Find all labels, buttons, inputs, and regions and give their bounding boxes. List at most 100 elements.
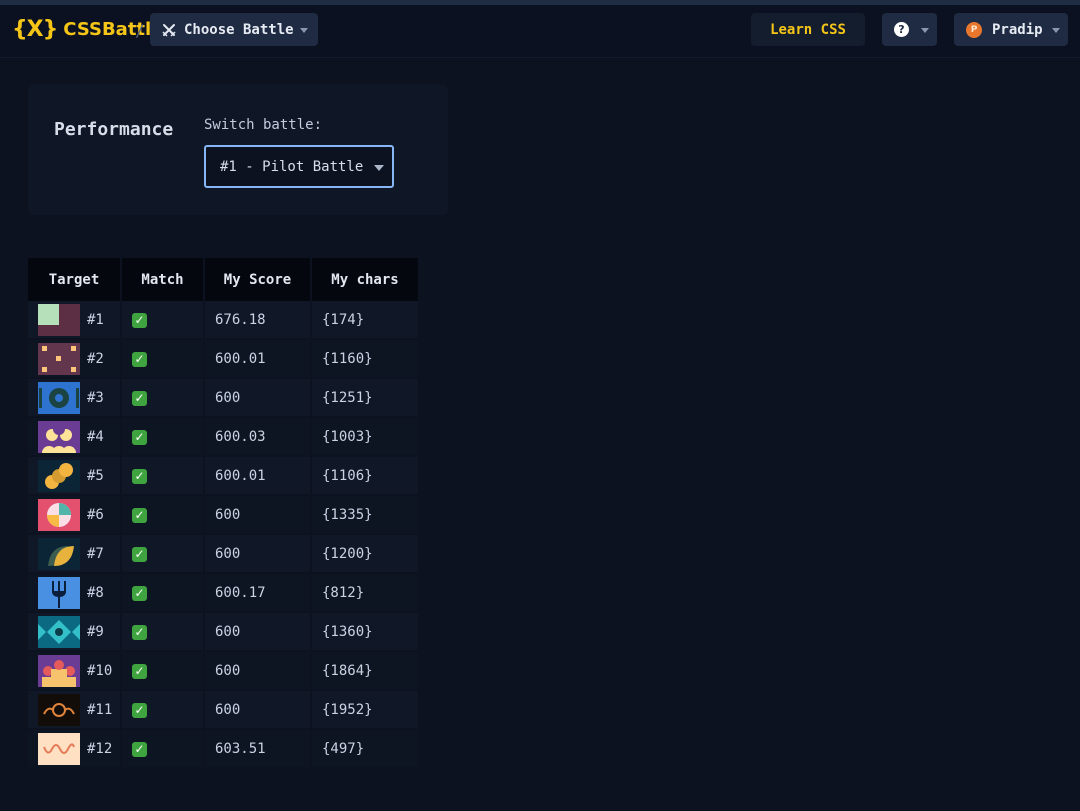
check-icon: ✓ (132, 624, 147, 640)
score-cell: 600 (204, 378, 312, 418)
chevron-down-icon (921, 28, 929, 33)
check-icon: ✓ (132, 351, 147, 367)
target-cell[interactable]: #12 (28, 729, 122, 769)
target-number: #12 (87, 740, 113, 757)
target-thumbnail[interactable] (38, 576, 80, 609)
header-match[interactable]: Match (121, 258, 205, 301)
score-cell: 600.17 (204, 573, 312, 613)
target-cell[interactable]: #2 (28, 339, 122, 379)
target-cell[interactable]: #3 (28, 378, 122, 418)
chars-cell: {174} (311, 301, 420, 340)
check-icon: ✓ (132, 429, 147, 445)
target-cell[interactable]: #10 (28, 651, 122, 691)
target-cell[interactable]: #11 (28, 690, 122, 730)
score-cell: 600.01 (204, 339, 312, 379)
target-thumbnail[interactable] (38, 732, 80, 765)
header-target[interactable]: Target (28, 258, 122, 301)
score-cell: 600 (204, 690, 312, 730)
target-thumbnail[interactable] (38, 342, 80, 375)
chars-cell: {1864} (311, 651, 420, 691)
target-thumbnail[interactable] (38, 615, 80, 648)
check-icon: ✓ (132, 507, 147, 523)
target-thumbnail[interactable] (38, 654, 80, 687)
score-cell: 600 (204, 534, 312, 574)
chevron-down-icon (300, 28, 308, 33)
battle-select[interactable]: #1 - Pilot Battle (204, 145, 394, 188)
target-cell[interactable]: #6 (28, 495, 122, 535)
check-icon: ✓ (132, 546, 147, 562)
score-cell: 600 (204, 495, 312, 535)
score-cell: 600 (204, 612, 312, 652)
target-thumbnail[interactable] (38, 381, 80, 414)
logo-icon: {X} (12, 17, 58, 42)
target-cell[interactable]: #7 (28, 534, 122, 574)
chars-cell: {1335} (311, 495, 420, 535)
table-row[interactable]: #9 ✓ 600 {1360} (28, 612, 420, 652)
table-row[interactable]: #7 ✓ 600 {1200} (28, 534, 420, 574)
check-icon: ✓ (132, 468, 147, 484)
target-thumbnail[interactable] (38, 459, 80, 492)
target-cell[interactable]: #8 (28, 573, 122, 613)
check-icon: ✓ (132, 390, 147, 406)
help-menu-button[interactable]: ? (882, 13, 937, 46)
score-cell: 603.51 (204, 729, 312, 769)
check-icon: ✓ (132, 663, 147, 679)
help-icon: ? (894, 22, 909, 37)
chevron-down-icon (374, 165, 384, 171)
user-menu-button[interactable]: P Pradip (954, 13, 1068, 46)
crossed-swords-icon (162, 23, 176, 37)
learn-css-button[interactable]: Learn CSS (751, 13, 865, 46)
target-number: #2 (87, 350, 104, 367)
match-cell: ✓ (121, 729, 205, 769)
table-row[interactable]: #5 ✓ 600.01 {1106} (28, 456, 420, 496)
breadcrumb-separator: / (135, 21, 145, 40)
table-row[interactable]: #12 ✓ 603.51 {497} (28, 729, 420, 769)
target-number: #10 (87, 662, 113, 679)
switch-battle-label: Switch battle: (204, 117, 323, 133)
target-number: #11 (87, 701, 113, 718)
target-thumbnail[interactable] (38, 303, 80, 336)
chars-cell: {812} (311, 573, 420, 613)
target-cell[interactable]: #9 (28, 612, 122, 652)
chars-cell: {1952} (311, 690, 420, 730)
target-thumbnail[interactable] (38, 498, 80, 531)
top-navbar: {X} CSSBattle / Choose Battle Learn CSS … (0, 5, 1080, 58)
chars-cell: {1160} (311, 339, 420, 379)
table-row[interactable]: #1 ✓ 676.18 {174} (28, 301, 420, 340)
match-cell: ✓ (121, 378, 205, 418)
performance-title: Performance (54, 119, 174, 140)
target-cell[interactable]: #5 (28, 456, 122, 496)
choose-battle-label: Choose Battle (184, 21, 294, 38)
table-row[interactable]: #2 ✓ 600.01 {1160} (28, 339, 420, 379)
table-row[interactable]: #6 ✓ 600 {1335} (28, 495, 420, 535)
chars-cell: {1106} (311, 456, 420, 496)
match-cell: ✓ (121, 534, 205, 574)
target-number: #9 (87, 623, 104, 640)
target-thumbnail[interactable] (38, 693, 80, 726)
score-cell: 600.03 (204, 417, 312, 457)
match-cell: ✓ (121, 456, 205, 496)
table-row[interactable]: #8 ✓ 600.17 {812} (28, 573, 420, 613)
match-cell: ✓ (121, 573, 205, 613)
table-row[interactable]: #4 ✓ 600.03 {1003} (28, 417, 420, 457)
target-number: #4 (87, 428, 104, 445)
target-cell[interactable]: #1 (28, 301, 122, 340)
target-thumbnail[interactable] (38, 420, 80, 453)
target-number: #3 (87, 389, 104, 406)
header-my-chars[interactable]: My chars (311, 258, 420, 301)
table-row[interactable]: #11 ✓ 600 {1952} (28, 690, 420, 730)
table-row[interactable]: #3 ✓ 600 {1251} (28, 378, 420, 418)
chars-cell: {1003} (311, 417, 420, 457)
target-thumbnail[interactable] (38, 537, 80, 570)
battle-select-value: #1 - Pilot Battle (220, 158, 364, 175)
match-cell: ✓ (121, 339, 205, 379)
target-cell[interactable]: #4 (28, 417, 122, 457)
check-icon: ✓ (132, 741, 147, 757)
target-number: #1 (87, 311, 104, 328)
target-number: #7 (87, 545, 104, 562)
match-cell: ✓ (121, 612, 205, 652)
choose-battle-button[interactable]: Choose Battle (150, 13, 318, 46)
table-row[interactable]: #10 ✓ 600 {1864} (28, 651, 420, 691)
check-icon: ✓ (132, 585, 147, 601)
header-my-score[interactable]: My Score (204, 258, 312, 301)
